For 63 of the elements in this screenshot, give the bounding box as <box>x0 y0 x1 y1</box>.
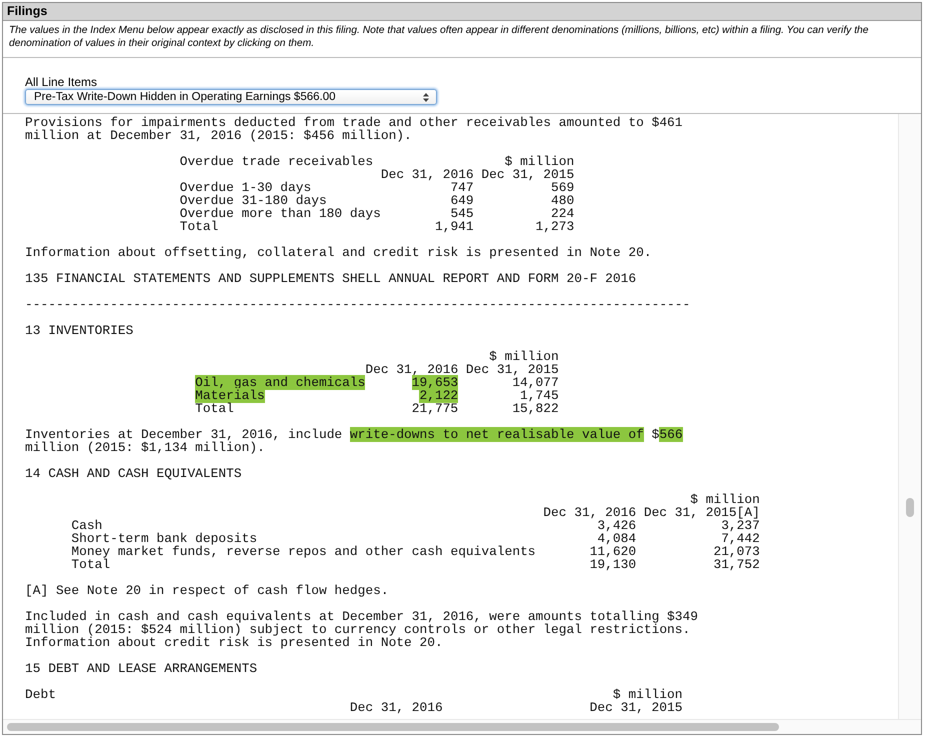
unit-label: $ million <box>504 154 574 169</box>
value-cell[interactable]: 19,130 <box>590 557 636 572</box>
value-cell[interactable]: 224 <box>551 206 574 221</box>
row-label[interactable]: Overdue 1-30 days <box>180 180 312 195</box>
vertical-scrollbar[interactable] <box>898 114 921 720</box>
period-header: Dec 31, 2016 <box>543 505 636 520</box>
value-cell[interactable]: 2,122 <box>419 388 458 403</box>
section-heading: 15 DEBT AND LEASE ARRANGEMENTS <box>25 662 258 675</box>
value-cell[interactable]: 1,745 <box>520 388 559 403</box>
row-label[interactable]: Total <box>71 557 110 572</box>
value-cell[interactable]: 747 <box>450 180 474 195</box>
value-cell[interactable]: 21,073 <box>713 544 760 559</box>
period-header: Dec 31, 2015 <box>481 167 574 182</box>
value-cell[interactable]: 3,237 <box>721 518 760 533</box>
document-paragraph: Inventories at December 31, 2016, include write-downs to net realisable value of $566 million (2015: $1,134 million). <box>25 428 684 454</box>
period-header: Dec 31, 2016 <box>365 362 458 377</box>
document-paragraph: Information about offsetting, collateral and credit risk is presented in Note 20. <box>25 246 653 259</box>
row-label[interactable]: Cash <box>71 518 102 533</box>
value-cell[interactable]: 545 <box>450 206 474 221</box>
document-paragraph: Included in cash and cash equivalents at December 31, 2016, were amounts totalling $349 million (2015: $524 million) subject to currency controls or other legal restrictions. Information about credit risk is presented in Note 20. <box>25 610 700 649</box>
value-cell[interactable]: 31,752 <box>713 557 760 572</box>
row-label[interactable]: Materials <box>195 388 265 403</box>
value-cell[interactable]: 569 <box>551 180 574 195</box>
value-cell[interactable]: 4,084 <box>597 531 636 546</box>
period-header: Dec 31, 2015 <box>590 700 682 715</box>
row-label[interactable]: Total <box>180 219 218 234</box>
section-heading: 13 INVENTORIES <box>25 324 134 337</box>
unit-label: $ million <box>612 687 682 702</box>
period-header: Dec 31, 2016 <box>350 700 443 715</box>
period-header: Dec 31, 2016 <box>380 167 474 182</box>
value-cell[interactable]: 1,273 <box>536 219 574 234</box>
dashed-rule-text: -------------------------------------------------------------------------------------- <box>25 298 690 311</box>
select-label: All Line Items <box>25 75 98 89</box>
table-caption: Debt <box>25 687 56 702</box>
panel-title: Filings <box>3 3 921 21</box>
value-cell[interactable]: 15,822 <box>512 401 559 416</box>
updown-arrows-icon <box>423 92 429 102</box>
row-label[interactable]: Short-term bank deposits <box>71 531 258 546</box>
description-text: The values in the Index Menu below appear exactly as disclosed in this filing. Note that values often appear in different denominations (millions, billions, etc) within a filing. You can verify the denomination of values in their original context by clicking on them. <box>3 21 921 58</box>
unit-label: $ million <box>690 492 760 507</box>
table-caption: Overdue trade receivables <box>180 154 374 169</box>
value-cell[interactable]: 14,077 <box>512 375 559 390</box>
value-cell[interactable]: 3,426 <box>597 518 636 533</box>
value-cell[interactable]: 7,442 <box>721 531 760 546</box>
section-heading: 14 CASH AND CASH EQUIVALENTS <box>25 467 242 480</box>
value-cell[interactable]: 21,775 <box>412 401 458 416</box>
horizontal-scrollbar[interactable] <box>3 719 921 734</box>
unit-label: $ million <box>489 349 559 364</box>
row-label[interactable]: Overdue more than 180 days <box>180 206 381 221</box>
period-header: Dec 31, 2015 <box>466 362 559 377</box>
value-cell[interactable]: 649 <box>450 193 474 208</box>
row-label[interactable]: Overdue 31-180 days <box>180 193 327 208</box>
row-label[interactable]: Oil, gas and chemicals <box>195 375 366 390</box>
document-paragraph: Provisions for impairments deducted from trade and other receivables amounted to $461 million at December 31, 2016 (2015: $456 million). <box>25 116 684 142</box>
value-cell[interactable]: 11,620 <box>590 544 636 559</box>
row-label[interactable]: Money market funds, reverse repos and other cash equivalents <box>71 544 536 559</box>
document-paragraph: [A] See Note 20 in respect of cash flow hedges. <box>25 584 390 597</box>
value-cell[interactable]: 480 <box>551 193 574 208</box>
value-cell[interactable]: 1,941 <box>434 219 474 234</box>
section-heading: 135 FINANCIAL STATEMENTS AND SUPPLEMENTS SHELL ANNUAL REPORT AND FORM 20-F 2016 <box>25 272 636 285</box>
line-item-select[interactable]: Pre-Tax Write-Down Hidden in Operating Earnings $566.00 <box>25 89 437 105</box>
row-label[interactable]: Total <box>195 401 234 416</box>
period-header: Dec 31, 2015[A] <box>644 505 760 520</box>
